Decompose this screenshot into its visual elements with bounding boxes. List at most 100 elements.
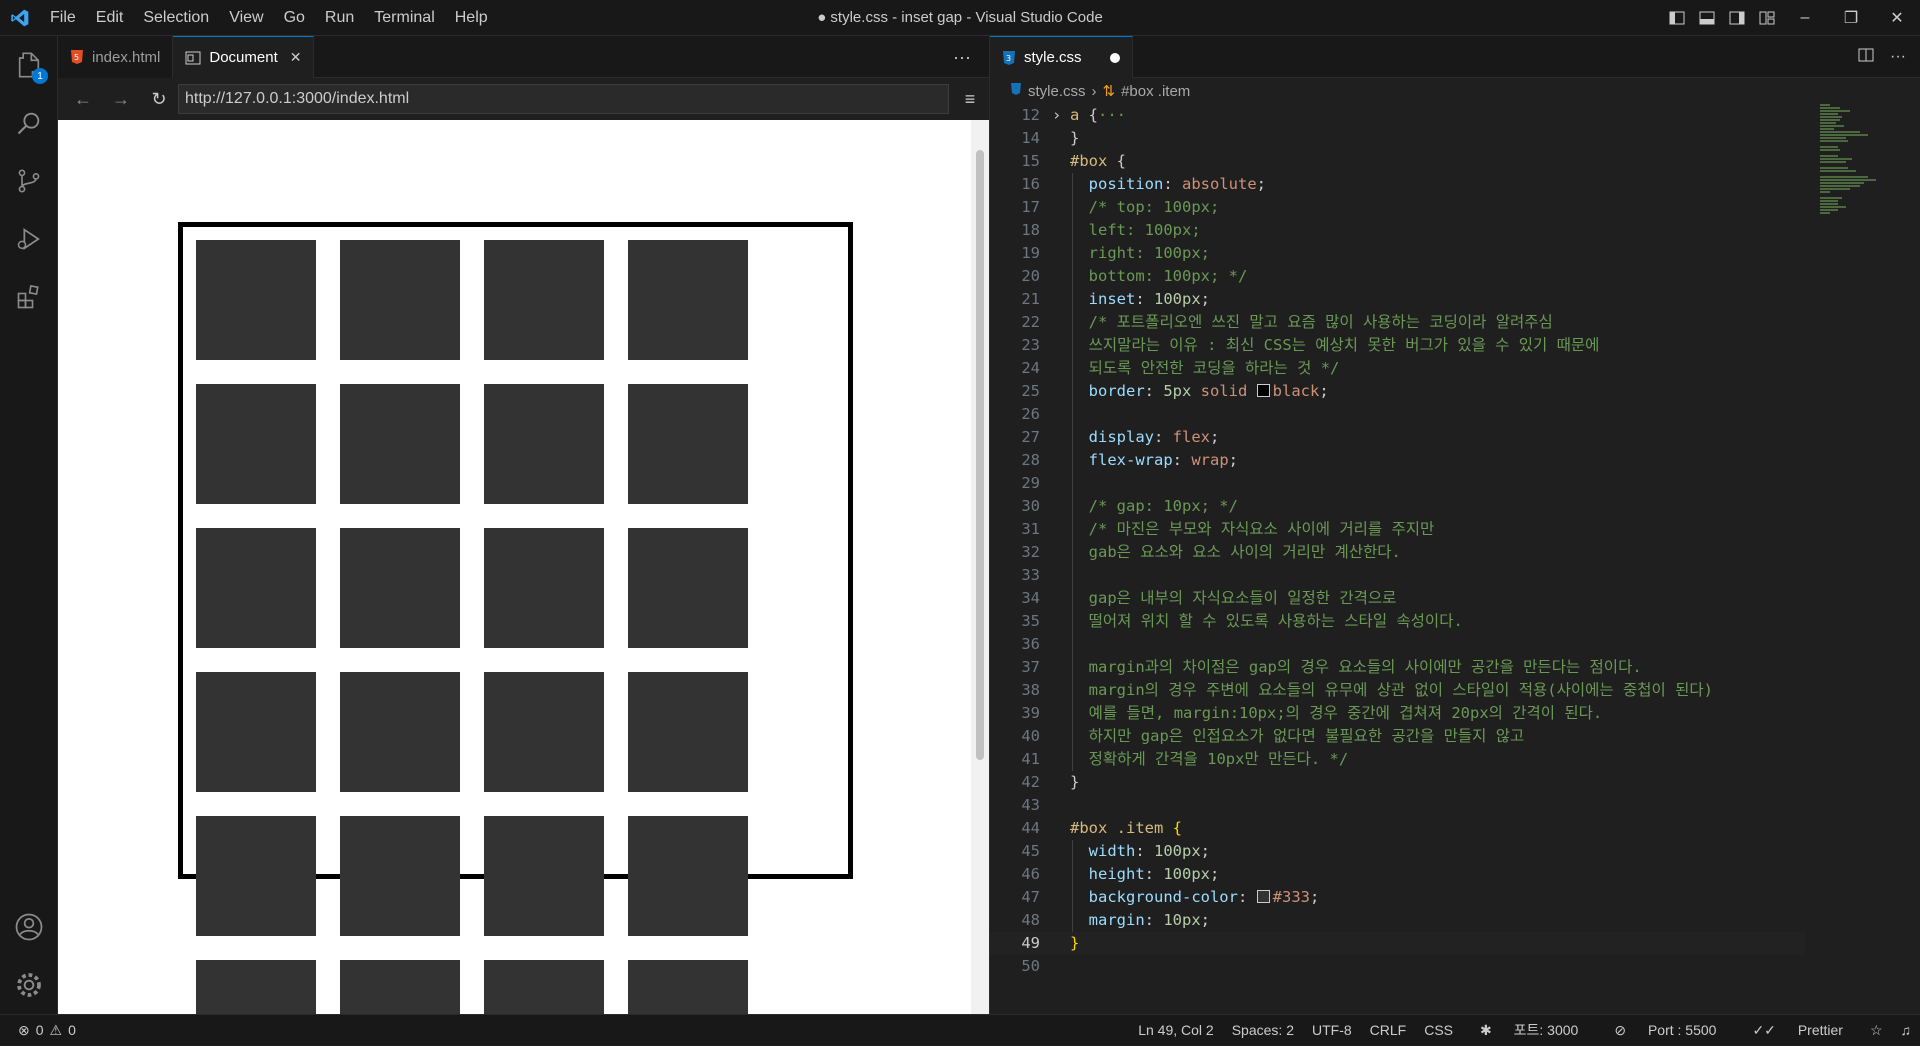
forwarded-port[interactable]: ✱ 포트: 3000 bbox=[1462, 1015, 1596, 1046]
code-line[interactable]: 27 display: flex; bbox=[990, 426, 1805, 449]
code-line[interactable]: 32 gab은 요소와 요소 사이의 거리만 계산한다. bbox=[990, 541, 1805, 564]
cursor-position[interactable]: Ln 49, Col 2 bbox=[1129, 1015, 1223, 1046]
code-line[interactable]: 38 margin의 경우 주변에 요소들의 유무에 상관 없이 스타일이 적용… bbox=[990, 679, 1805, 702]
code-line[interactable]: 21 inset: 100px; bbox=[990, 288, 1805, 311]
code-line[interactable]: 49} bbox=[990, 932, 1805, 955]
toggle-panel-icon[interactable] bbox=[1692, 0, 1722, 36]
live-server-port[interactable]: ⊘ Port : 5500 bbox=[1596, 1015, 1734, 1046]
customize-layout-icon[interactable] bbox=[1752, 0, 1782, 36]
more-actions-icon[interactable]: ··· bbox=[953, 36, 971, 78]
code-line[interactable]: 37 margin과의 차이점은 gap의 경우 요소들의 사이에만 공간을 만… bbox=[990, 656, 1805, 679]
menu-terminal[interactable]: Terminal bbox=[364, 0, 444, 36]
tab-document[interactable]: Document ✕ bbox=[173, 36, 314, 78]
code-line[interactable]: 28 flex-wrap: wrap; bbox=[990, 449, 1805, 472]
reload-icon[interactable]: ↻ bbox=[140, 84, 178, 114]
code-line[interactable]: 24 되도록 안전한 코딩을 하라는 것 */ bbox=[990, 357, 1805, 380]
code-line[interactable]: 36 bbox=[990, 633, 1805, 656]
feedback-icon[interactable]: ☆ bbox=[1861, 1015, 1892, 1046]
split-editor-icon[interactable] bbox=[1858, 47, 1874, 68]
run-debug-icon[interactable] bbox=[0, 210, 58, 268]
code-line[interactable]: 39 예를 들면, margin:10px;의 경우 중간에 겹쳐져 20px의… bbox=[990, 702, 1805, 725]
color-swatch-icon[interactable] bbox=[1257, 890, 1270, 903]
code-line[interactable]: 22 /* 포트폴리오엔 쓰진 말고 요즘 많이 사용하는 코딩이라 알려주심 bbox=[990, 311, 1805, 334]
extensions-icon[interactable] bbox=[0, 268, 58, 326]
code-line[interactable]: 14} bbox=[990, 127, 1805, 150]
code-line[interactable]: 17 /* top: 100px; bbox=[990, 196, 1805, 219]
menu-help[interactable]: Help bbox=[445, 0, 498, 36]
menu-view[interactable]: View bbox=[219, 0, 273, 36]
toggle-secondary-sidebar-icon[interactable] bbox=[1722, 0, 1752, 36]
browser-nav-bar: ← → ↻ http://127.0.0.1:3000/index.html ≡ bbox=[58, 78, 989, 120]
menu-file[interactable]: File bbox=[40, 0, 86, 36]
browser-menu-icon[interactable]: ≡ bbox=[957, 84, 983, 114]
tab-index-html[interactable]: 5 index.html bbox=[58, 36, 173, 78]
code-line[interactable]: 43 bbox=[990, 794, 1805, 817]
code-text: 떨어져 위치 할 수 있도록 사용하는 스타일 속성이다. bbox=[1070, 610, 1463, 633]
close-tab-icon[interactable]: ✕ bbox=[290, 49, 302, 66]
encoding[interactable]: UTF-8 bbox=[1303, 1015, 1361, 1046]
code-text: position: absolute; bbox=[1070, 173, 1266, 196]
line-endings[interactable]: CRLF bbox=[1361, 1015, 1416, 1046]
code-line[interactable]: 46 height: 100px; bbox=[990, 863, 1805, 886]
code-line[interactable]: 12›a {··· bbox=[990, 104, 1805, 127]
menu-selection[interactable]: Selection bbox=[133, 0, 219, 36]
problems-indicator[interactable]: ⊗ 0 ⚠ 0 bbox=[0, 1022, 76, 1039]
tab-style-css[interactable]: 3 style.css bbox=[990, 36, 1133, 78]
code-line[interactable]: 19 right: 100px; bbox=[990, 242, 1805, 265]
settings-gear-icon[interactable] bbox=[0, 956, 58, 1014]
explorer-badge: 1 bbox=[32, 68, 48, 84]
code-line[interactable]: 34 gap은 내부의 자식요소들이 일정한 간격으로 bbox=[990, 587, 1805, 610]
back-arrow-icon[interactable]: ← bbox=[64, 84, 102, 114]
menu-go[interactable]: Go bbox=[274, 0, 315, 36]
code-line[interactable]: 44#box .item { bbox=[990, 817, 1805, 840]
code-line[interactable]: 15#box { bbox=[990, 150, 1805, 173]
minimize-icon[interactable]: – bbox=[1782, 0, 1828, 36]
code-line[interactable]: 45 width: 100px; bbox=[990, 840, 1805, 863]
code-line[interactable]: 25 border: 5px solid black; bbox=[990, 380, 1805, 403]
menu-run[interactable]: Run bbox=[315, 0, 364, 36]
restore-icon[interactable]: ❐ bbox=[1828, 0, 1874, 36]
code-area[interactable]: 12›a {···14}15#box {16 position: absolut… bbox=[990, 104, 1920, 1014]
menu-edit[interactable]: Edit bbox=[86, 0, 134, 36]
code-line[interactable]: 35 떨어져 위치 할 수 있도록 사용하는 스타일 속성이다. bbox=[990, 610, 1805, 633]
code-line[interactable]: 30 /* gap: 10px; */ bbox=[990, 495, 1805, 518]
code-line[interactable]: 18 left: 100px; bbox=[990, 219, 1805, 242]
minimap-line bbox=[1820, 104, 1830, 106]
close-window-icon[interactable]: ✕ bbox=[1874, 0, 1920, 36]
breadcrumb-symbol[interactable]: #box .item bbox=[1121, 83, 1190, 100]
code-line[interactable]: 29 bbox=[990, 472, 1805, 495]
code-line[interactable]: 16 position: absolute; bbox=[990, 173, 1805, 196]
prettier-status[interactable]: ✓✓ Prettier bbox=[1734, 1015, 1860, 1046]
url-input[interactable]: http://127.0.0.1:3000/index.html bbox=[178, 84, 949, 114]
color-swatch-icon[interactable] bbox=[1257, 384, 1270, 397]
code-line[interactable]: 31 /* 마진은 부모와 자식요소 사이에 거리를 주지만 bbox=[990, 518, 1805, 541]
scroll-thumb[interactable] bbox=[976, 150, 984, 760]
code-line[interactable]: 50 bbox=[990, 955, 1805, 978]
code-line[interactable]: 47 background-color: #333; bbox=[990, 886, 1805, 909]
code-line[interactable]: 42} bbox=[990, 771, 1805, 794]
language-mode[interactable]: CSS bbox=[1415, 1015, 1462, 1046]
editor-scrollbar[interactable] bbox=[1906, 104, 1920, 1014]
toggle-primary-sidebar-icon[interactable] bbox=[1662, 0, 1692, 36]
code-line[interactable]: 20 bottom: 100px; */ bbox=[990, 265, 1805, 288]
notifications-bell-icon[interactable]: ♫ bbox=[1892, 1015, 1920, 1046]
fold-chevron-icon[interactable]: › bbox=[1052, 104, 1061, 127]
forward-arrow-icon[interactable]: → bbox=[102, 84, 140, 114]
search-icon[interactable] bbox=[0, 94, 58, 152]
code-line[interactable]: 48 margin: 10px; bbox=[990, 909, 1805, 932]
code-line[interactable]: 23 쓰지말라는 이유 : 최신 CSS는 예상치 못한 버그가 있을 수 있기… bbox=[990, 334, 1805, 357]
accounts-icon[interactable] bbox=[0, 898, 58, 956]
code-line[interactable]: 41 정확하게 간격을 10px만 만든다. */ bbox=[990, 748, 1805, 771]
more-actions-icon[interactable]: ··· bbox=[1890, 48, 1906, 66]
preview-scrollbar[interactable] bbox=[971, 120, 989, 1014]
minimap[interactable] bbox=[1820, 104, 1902, 204]
code-line[interactable]: 33 bbox=[990, 564, 1805, 587]
code-line[interactable]: 40 하지만 gap은 인접요소가 없다면 불필요한 공간을 만들지 않고 bbox=[990, 725, 1805, 748]
status-bar: ⊗ 0 ⚠ 0 Ln 49, Col 2 Spaces: 2 UTF-8 CRL… bbox=[0, 1014, 1920, 1045]
source-control-icon[interactable] bbox=[0, 152, 58, 210]
breadcrumb-file[interactable]: style.css bbox=[1028, 83, 1086, 100]
explorer-icon[interactable]: 1 bbox=[0, 36, 58, 94]
indentation[interactable]: Spaces: 2 bbox=[1223, 1015, 1303, 1046]
unsaved-dot-icon[interactable] bbox=[1110, 53, 1120, 63]
code-line[interactable]: 26 bbox=[990, 403, 1805, 426]
